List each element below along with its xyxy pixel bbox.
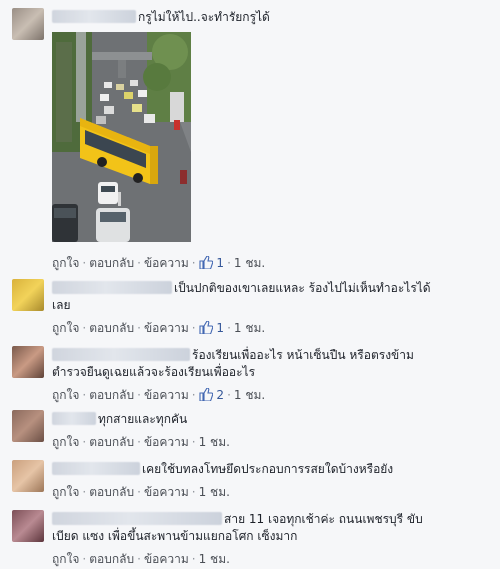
comment-2: เป็นปกติของเขาเลยแหละ ร้องไปไม่เห็นทำอะไ… [0,279,500,337]
thumbs-up-icon [199,387,213,405]
like-count[interactable]: 1 [199,320,224,338]
like-count[interactable]: 1 [199,255,224,273]
comment-text-cont: ตำรวจยืนดูเฉยแล้วจะร้องเรียนเพื่ออะไร [52,365,256,379]
comment-text-cont: เลย [52,298,71,312]
timestamp[interactable]: 1 ชม. [234,388,265,402]
comment-text: สาย 11 เจอทุกเช้าค่ะ ถนนเพชรบุรี ขับ [224,512,423,526]
avatar[interactable] [12,460,44,492]
reply-link[interactable]: ตอบกลับ [89,388,134,402]
commenter-name[interactable] [52,412,96,425]
comment-3: ร้องเรียนเพื่ออะไร หน้าเซ็นปืน หรือตรงข้… [0,346,500,404]
comment-4: ทุกสายและทุกคัน ถูกใจ · ตอบกลับ · ข้อความ · 1 … [0,410,500,452]
message-link[interactable]: ข้อความ [144,485,189,499]
like-count[interactable]: 2 [199,387,224,405]
reply-link[interactable]: ตอบกลับ [89,552,134,566]
message-link[interactable]: ข้อความ [144,388,189,402]
comment-actions: ถูกใจ · ตอบกลับ · ข้อความ · 1 ชม. [52,485,230,499]
comment-text-cont: เบียด แซง เพื่อขึ้นสะพานข้ามแยกอโศก เซ็ง… [52,529,298,543]
message-link[interactable]: ข้อความ [144,321,189,335]
comment-actions: ถูกใจ · ตอบกลับ · ข้อความ · 1 · 1 ชม. [52,255,265,273]
commenter-name[interactable] [52,281,172,294]
avatar[interactable] [12,510,44,542]
comment-actions: ถูกใจ · ตอบกลับ · ข้อความ · 1 ชม. [52,552,230,566]
timestamp[interactable]: 1 ชม. [234,256,265,270]
timestamp[interactable]: 1 ชม. [199,552,230,566]
like-link[interactable]: ถูกใจ [52,388,79,402]
comment-text: ทุกสายและทุกคัน [98,412,188,426]
commenter-name[interactable] [52,512,222,525]
comment-actions: ถูกใจ · ตอบกลับ · ข้อความ · 2 · 1 ชม. [52,387,265,405]
timestamp[interactable]: 1 ชม. [199,485,230,499]
message-link[interactable]: ข้อความ [144,552,189,566]
avatar[interactable] [12,410,44,442]
commenter-name[interactable] [52,10,136,23]
like-link[interactable]: ถูกใจ [52,435,79,449]
reply-link[interactable]: ตอบกลับ [89,321,134,335]
message-link[interactable]: ข้อความ [144,256,189,270]
reply-link[interactable]: ตอบกลับ [89,256,134,270]
timestamp[interactable]: 1 ชม. [234,321,265,335]
like-link[interactable]: ถูกใจ [52,485,79,499]
comment-actions: ถูกใจ · ตอบกลับ · ข้อความ · 1 · 1 ชม. [52,320,265,338]
thumbs-up-icon [199,320,213,338]
commenter-name[interactable] [52,348,190,361]
comment-photo[interactable] [52,32,191,242]
comment-5: เคยใช้บทลงโทษยึดประกอบการรสยใดบ้างหรือยั… [0,460,500,502]
thumbs-up-icon [199,255,213,273]
comment-text: เคยใช้บทลงโทษยึดประกอบการรสยใดบ้างหรือยั… [142,462,394,476]
reply-link[interactable]: ตอบกลับ [89,485,134,499]
like-link[interactable]: ถูกใจ [52,256,79,270]
timestamp[interactable]: 1 ชม. [199,435,230,449]
commenter-name[interactable] [52,462,140,475]
comment-text: กรูไม่ให้ไป..จะทำรัยกรูได้ [138,10,270,24]
avatar[interactable] [12,8,44,40]
comment-6: สาย 11 เจอทุกเช้าค่ะ ถนนเพชรบุรี ขับ เบี… [0,510,500,568]
avatar[interactable] [12,279,44,311]
like-link[interactable]: ถูกใจ [52,552,79,566]
reply-link[interactable]: ตอบกลับ [89,435,134,449]
like-link[interactable]: ถูกใจ [52,321,79,335]
avatar[interactable] [12,346,44,378]
comment-text: เป็นปกติของเขาเลยแหละ ร้องไปไม่เห็นทำอะไ… [174,281,431,295]
comment-1: กรูไม่ให้ไป..จะทำรัยกรูได้ ถูกใจ · ตอบกล… [0,8,500,270]
message-link[interactable]: ข้อความ [144,435,189,449]
comment-actions: ถูกใจ · ตอบกลับ · ข้อความ · 1 ชม. [52,435,230,449]
street-bus-photo [52,32,191,242]
comment-text: ร้องเรียนเพื่ออะไร หน้าเซ็นปืน หรือตรงข้… [192,348,414,362]
